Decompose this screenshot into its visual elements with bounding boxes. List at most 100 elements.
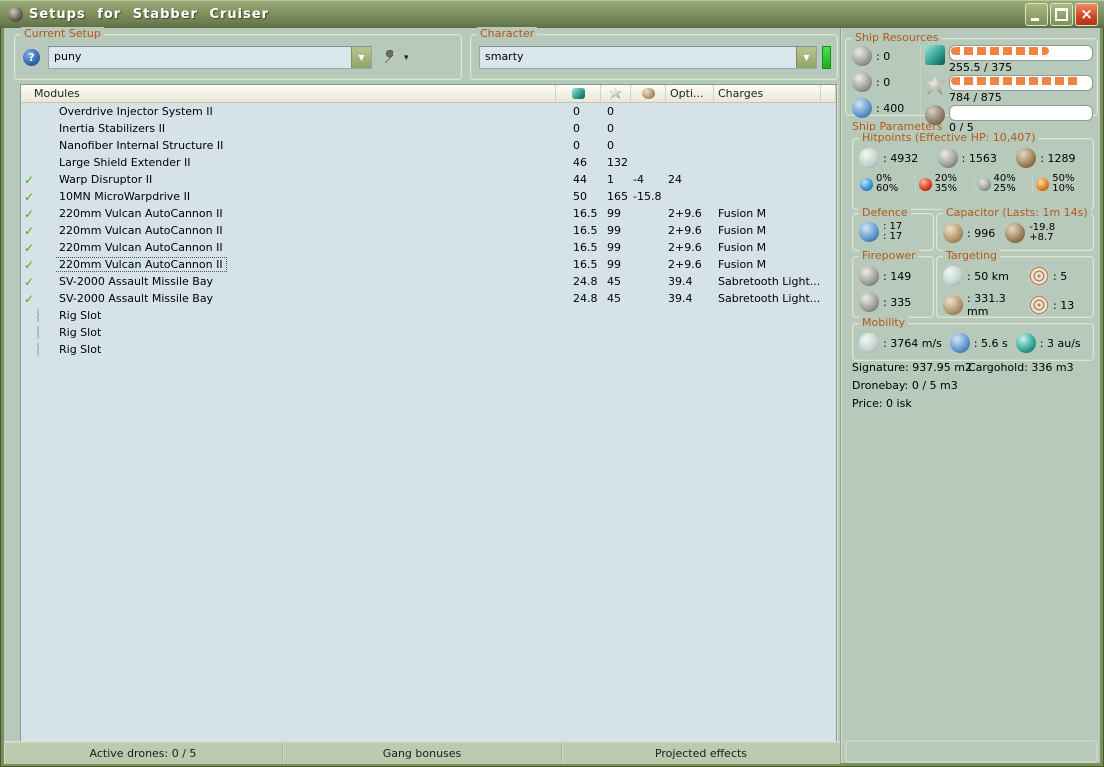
setup-dropdown-button[interactable] xyxy=(351,47,371,68)
active-check-icon: ✓ xyxy=(23,240,35,255)
module-row[interactable]: ✓ Warp Disruptor II 44 1 -4 24 xyxy=(21,171,836,188)
footer-bar: Active drones: 0 / 5 Gang bonuses Projec… xyxy=(4,741,840,764)
help-icon[interactable] xyxy=(23,49,40,66)
module-row[interactable]: ✓ 220mm Vulcan AutoCannon II 16.5 99 2+9.6 Fu… xyxy=(21,205,836,222)
module-opti-value: 39.4 xyxy=(668,275,693,288)
module-opti-value: 2+9.6 xyxy=(668,207,702,220)
module-name-text: Warp Disruptor II xyxy=(59,173,153,186)
dronebay-text: Dronebay: 0 / 5 m3 xyxy=(852,379,958,392)
module-row[interactable]: Nanofiber Internal Structure II 0 0 xyxy=(21,137,836,154)
module-row[interactable]: Rig Slot xyxy=(21,307,836,324)
module-row[interactable]: ✓ 220mm Vulcan AutoCannon II 16.5 99 2+9.6 Fu… xyxy=(21,239,836,256)
defence-label: Defence xyxy=(859,206,911,220)
module-name: 220mm Vulcan AutoCannon II xyxy=(56,222,556,239)
active-check-icon: ✓ xyxy=(23,206,35,221)
module-pg-value: 99 xyxy=(607,241,621,254)
defence-value-2: : 17 xyxy=(883,231,903,242)
module-cpu-value: 46 xyxy=(573,156,587,169)
minimize-icon xyxy=(1031,17,1039,21)
modules-panel: Modules Opti... Charges Overdrive Inject… xyxy=(20,84,837,743)
module-row[interactable]: ✓ 220mm Vulcan AutoCannon II 16.5 99 2+9.6 Fu… xyxy=(21,222,836,239)
active-check-icon: ✓ xyxy=(23,291,35,306)
setup-tools-button[interactable]: ▾ xyxy=(380,48,411,68)
module-name: Rig Slot xyxy=(56,307,556,324)
module-row[interactable]: Large Shield Extender II 46 132 xyxy=(21,154,836,171)
turret-icon xyxy=(852,46,872,66)
targeting-group: Targeting : 50 km : 5 : 331.3 mm : 13 xyxy=(936,249,1094,318)
module-cpu-value: 0 xyxy=(573,139,580,152)
active-drones-section[interactable]: Active drones: 0 / 5 xyxy=(4,742,283,764)
ship-resources-label: Ship Resources xyxy=(852,31,942,45)
module-row[interactable]: ✓ 10MN MicroWarpdrive II 50 165 -15.8 xyxy=(21,188,836,205)
defence-shield-icon xyxy=(859,222,879,242)
module-cpu-value: 44 xyxy=(573,173,587,186)
kinetic-resist-icon xyxy=(977,177,991,191)
powergrid-column-header[interactable] xyxy=(601,85,631,102)
eft-window: Setups for Stabber Cruiser Current Setup… xyxy=(0,0,1104,767)
thermal-resist-stat: 20% 35% xyxy=(914,174,974,194)
kinetic-resist-stat: 40% 25% xyxy=(973,174,1033,194)
character-label: Character xyxy=(477,27,538,41)
module-row[interactable]: Rig Slot xyxy=(21,341,836,358)
module-cpu-value: 24.8 xyxy=(573,292,598,305)
cpu-column-header[interactable] xyxy=(556,85,601,102)
explosive-resist-armor: 10% xyxy=(1052,183,1075,194)
targeting-range-stat: : 50 km xyxy=(943,266,1027,286)
gang-bonuses-section[interactable]: Gang bonuses xyxy=(283,742,562,764)
kinetic-resist-armor: 25% xyxy=(993,183,1016,194)
module-row[interactable]: Rig Slot xyxy=(21,324,836,341)
module-rows: Overdrive Injector System II 0 0 Inertia St… xyxy=(21,103,836,358)
module-row[interactable]: Overdrive Injector System II 0 0 xyxy=(21,103,836,120)
module-name-text: Rig Slot xyxy=(59,343,102,356)
hitpoints-label: Hitpoints (Effective HP: 10,407) xyxy=(859,131,1039,145)
module-row[interactable]: ✓ 220mm Vulcan AutoCannon II 16.5 99 2+9.6 Fu… xyxy=(21,256,836,273)
charges-column-header[interactable]: Charges xyxy=(714,85,821,102)
module-icon-cell xyxy=(37,324,56,341)
capacitor-group: Capacitor (Lasts: 1m 14s) : 996 -19.8 +8… xyxy=(936,206,1094,251)
module-name: 10MN MicroWarpdrive II xyxy=(56,188,556,205)
capacitor-amount-stat: : 996 xyxy=(943,223,995,243)
module-pg-value: 0 xyxy=(607,105,614,118)
rig-slot-icon xyxy=(37,308,39,323)
module-row[interactable]: ✓ SV-2000 Assault Missile Bay 24.8 45 39.4 Sa… xyxy=(21,290,836,307)
close-button[interactable] xyxy=(1075,2,1098,26)
setup-combobox[interactable]: puny xyxy=(48,46,372,69)
character-dropdown-button[interactable] xyxy=(796,47,816,68)
turret-dps-value: : 149 xyxy=(883,269,912,283)
max-targets-stat: : 5 xyxy=(1029,266,1091,286)
shield-icon xyxy=(859,148,879,168)
turret-dps-stat: : 149 xyxy=(859,266,933,286)
calibration-value: : 400 xyxy=(876,101,905,115)
chevron-down-icon: ▾ xyxy=(404,52,409,63)
optimal-column-header[interactable]: Opti... xyxy=(666,85,714,102)
powergrid-icon xyxy=(925,75,945,95)
character-combobox[interactable]: smarty xyxy=(479,46,817,69)
scan-resolution-stat: : 331.3 mm xyxy=(943,292,1027,318)
armor-icon xyxy=(937,148,958,168)
module-name: SV-2000 Assault Missile Bay xyxy=(56,273,556,290)
module-pg-value: 0 xyxy=(607,139,614,152)
module-cpu-value: 16.5 xyxy=(573,258,598,271)
capacitor-column-header[interactable] xyxy=(631,85,666,102)
projected-effects-section[interactable]: Projected effects xyxy=(562,742,840,764)
capacitor-icon xyxy=(641,88,655,99)
explosive-resist-icon xyxy=(1036,177,1050,191)
thermal-resist-armor: 35% xyxy=(934,183,957,194)
modules-column-header[interactable]: Modules xyxy=(21,85,556,102)
module-row[interactable]: Inertia Stabilizers II 0 0 xyxy=(21,120,836,137)
maximize-button[interactable] xyxy=(1050,2,1073,26)
align-time-value: : 5.6 s xyxy=(973,336,1008,350)
module-pg-value: 132 xyxy=(607,156,628,169)
minimize-button[interactable] xyxy=(1025,2,1048,26)
module-name-text: Rig Slot xyxy=(59,309,102,322)
active-check-icon: ✓ xyxy=(23,274,35,289)
calibration-stat: : 400 xyxy=(852,97,920,119)
module-name-text: Large Shield Extender II xyxy=(59,156,191,169)
max-velocity-value: : 3764 m/s xyxy=(883,336,942,350)
module-pg-value: 99 xyxy=(607,224,621,237)
firepower-label: Firepower xyxy=(859,249,919,263)
module-opti-value: 2+9.6 xyxy=(668,258,702,271)
module-opti-value: 2+9.6 xyxy=(668,224,702,237)
module-row[interactable]: ✓ SV-2000 Assault Missile Bay 24.8 45 39.4 Sa… xyxy=(21,273,836,290)
defence-group: Defence : 17 : 17 xyxy=(852,206,934,251)
